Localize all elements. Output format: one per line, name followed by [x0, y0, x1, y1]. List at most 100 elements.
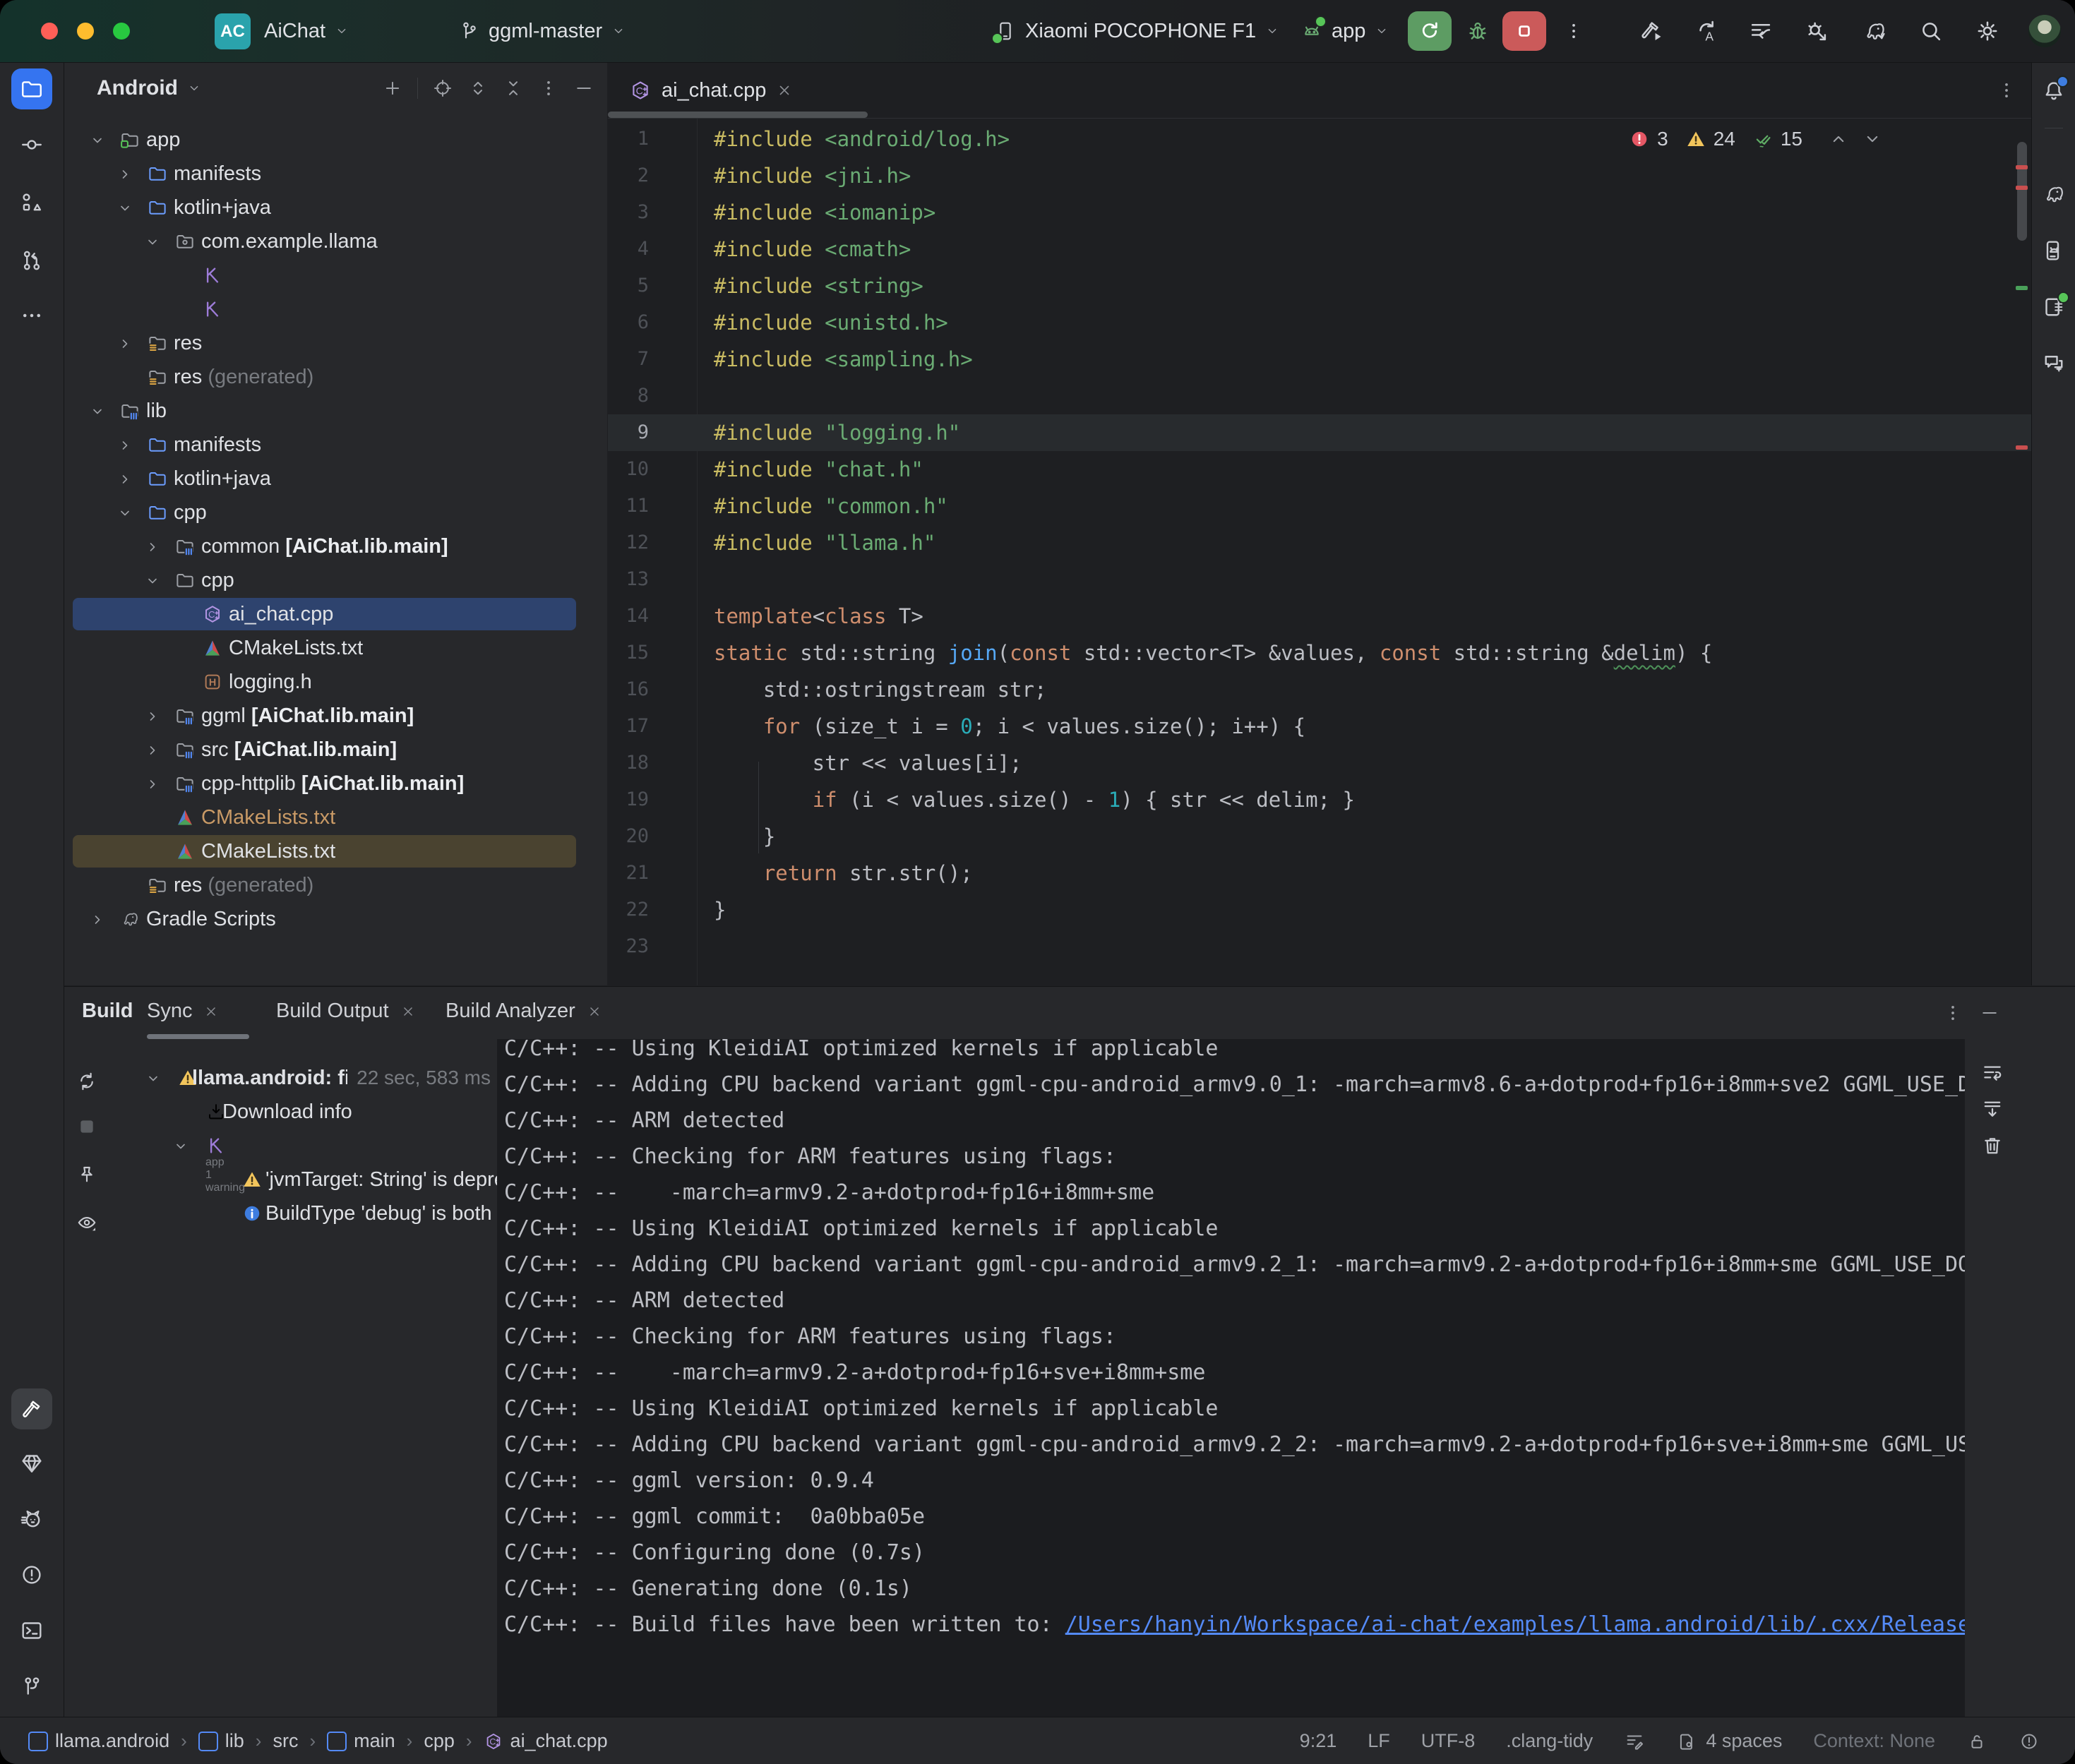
code-line-2[interactable]: 2#include <jni.h>	[608, 157, 2031, 194]
code-line-15[interactable]: 15static std::string join(const std::vec…	[608, 635, 2031, 671]
chevron-down-icon[interactable]	[89, 132, 106, 149]
chevron-down-icon[interactable]	[145, 1070, 162, 1087]
error-stripe-mark[interactable]	[2016, 165, 2028, 169]
app-insights-icon[interactable]	[19, 1451, 44, 1476]
close-window-button[interactable]	[41, 23, 58, 40]
zoom-window-button[interactable]	[113, 23, 130, 40]
add-icon[interactable]	[382, 78, 403, 99]
panel-options-icon[interactable]	[1942, 1002, 1963, 1024]
chevron-down-icon[interactable]	[116, 200, 133, 217]
re-sync-icon[interactable]	[76, 1070, 98, 1093]
code-line-3[interactable]: 3#include <iomanip>	[608, 194, 2031, 231]
code-line-17[interactable]: 17 for (size_t i = 0; i < values.size();…	[608, 708, 2031, 745]
close-tab-icon[interactable]	[203, 1004, 219, 1019]
breadcrumb-item-cpp[interactable]: cpp	[424, 1730, 455, 1752]
next-problem-icon[interactable]	[1862, 128, 1883, 150]
logcat-icon[interactable]	[19, 1506, 44, 1532]
code-line-9[interactable]: 9#include "logging.h"	[608, 414, 2031, 451]
branch-selector[interactable]: ggml-master	[458, 0, 626, 62]
code-line-13[interactable]: 13	[608, 561, 2031, 598]
context-label[interactable]: Context: None	[1813, 1730, 1935, 1752]
tree-item-cmakelists-txt[interactable]: CMakeLists.txt	[64, 800, 607, 834]
chevron-right-icon[interactable]	[116, 471, 133, 488]
breadcrumb-item-src[interactable]: src	[273, 1730, 298, 1752]
view-options-eye-icon[interactable]	[76, 1211, 98, 1234]
project-badge[interactable]: AC	[215, 13, 251, 49]
inspections-widget[interactable]: 3 24 15	[1629, 128, 1883, 150]
run-config-selector[interactable]: app	[1300, 0, 1389, 62]
breadcrumb-item-main[interactable]: main	[327, 1730, 395, 1752]
pin-icon[interactable]	[76, 1163, 98, 1186]
running-devices-icon[interactable]	[2041, 294, 2067, 320]
chevron-right-icon[interactable]	[144, 539, 161, 556]
lock-open-icon[interactable]	[1966, 1731, 1987, 1752]
tab-build-analyzer[interactable]: Build Analyzer	[446, 1000, 602, 1023]
user-avatar[interactable]	[2028, 15, 2061, 47]
expand-all-icon[interactable]	[467, 78, 489, 99]
tree-item-app[interactable]: app	[64, 123, 607, 157]
hide-panel-icon[interactable]	[573, 78, 594, 99]
profiler-icon[interactable]	[1747, 18, 1774, 44]
project-view-selector[interactable]: Android	[97, 76, 178, 100]
tree-item-manifests[interactable]: manifests	[64, 428, 607, 462]
tree-item-manifests[interactable]: manifests	[64, 157, 607, 191]
clang-tidy[interactable]: .clang-tidy	[1506, 1730, 1593, 1752]
tab-ai-chat-cpp[interactable]: C ai_chat.cpp	[618, 63, 804, 118]
build-console[interactable]: C/C++: -- Using KleidiAI optimized kerne…	[497, 1039, 1965, 1717]
scroll-to-end-icon[interactable]	[1980, 1097, 2004, 1121]
tree-item-cmakelists-txt[interactable]: CMakeLists.txt	[64, 631, 607, 665]
inspection-status-icon[interactable]	[2019, 1731, 2040, 1752]
chevron-right-icon[interactable]	[116, 335, 133, 352]
commit-tool-icon[interactable]	[19, 132, 44, 157]
version-control-icon[interactable]	[19, 1674, 44, 1699]
chevron-down-icon[interactable]	[116, 505, 133, 522]
project-selector[interactable]: AiChat	[264, 0, 349, 62]
tree-item-kotlin-java[interactable]: kotlin+java	[64, 462, 607, 496]
build-output-path-link[interactable]: /Users/hanyin/Workspace/ai-chat/examples…	[1065, 1612, 1965, 1637]
search-icon[interactable]	[1918, 18, 1944, 44]
select-opened-file-icon[interactable]	[432, 78, 453, 99]
tree-item-logging-h[interactable]: Hlogging.h	[64, 665, 607, 699]
tree-item-src[interactable]: src [AiChat.lib.main]	[64, 733, 607, 767]
tree-item-messageadapter-kt[interactable]: MessageAdapter.kt	[64, 292, 607, 326]
collapse-all-icon[interactable]	[503, 78, 524, 99]
code-line-5[interactable]: 5#include <string>	[608, 268, 2031, 304]
build-tool-button[interactable]	[11, 1388, 52, 1429]
code-line-18[interactable]: 18 str << values[i];	[608, 745, 2031, 781]
code-area[interactable]: 1#include <android/log.h>2#include <jni.…	[608, 119, 2031, 985]
stop-sync-icon[interactable]	[76, 1115, 98, 1138]
tree-item-kotlin-java[interactable]: kotlin+java	[64, 191, 607, 224]
problems-icon[interactable]	[19, 1562, 44, 1588]
code-line-10[interactable]: 10#include "chat.h"	[608, 451, 2031, 488]
code-line-20[interactable]: 20 }	[608, 818, 2031, 855]
more-tools-icon[interactable]	[19, 303, 44, 328]
breadcrumb-item-lib[interactable]: lib	[198, 1730, 244, 1752]
chevron-down-icon[interactable]	[172, 1138, 189, 1155]
structure-tool-icon[interactable]	[19, 190, 44, 215]
vertical-scrollbar[interactable]	[2017, 142, 2027, 241]
close-tab-icon[interactable]	[587, 1004, 602, 1019]
tree-item-ggml[interactable]: ggml [AiChat.lib.main]	[64, 699, 607, 733]
tree-item-cpp[interactable]: cpp	[64, 563, 607, 597]
breadcrumb[interactable]: llama.android›lib›src›main›cpp›Cai_chat.…	[28, 1717, 608, 1764]
chevron-right-icon[interactable]	[144, 776, 161, 793]
error-stripe-mark[interactable]	[2016, 186, 2028, 190]
tree-item-lib[interactable]: lib	[64, 394, 607, 428]
tree-item-gradle-scripts[interactable]: Gradle Scripts	[64, 902, 607, 936]
code-line-21[interactable]: 21 return str.str();	[608, 855, 2031, 892]
gemini-chat-icon[interactable]	[2041, 351, 2067, 376]
code-line-16[interactable]: 16 std::ostringstream str;	[608, 671, 2031, 708]
chevron-right-icon[interactable]	[116, 437, 133, 454]
horizontal-scrollbar[interactable]	[608, 112, 868, 118]
code-line-11[interactable]: 11#include "common.h"	[608, 488, 2031, 524]
more-run-actions-button[interactable]	[1552, 11, 1596, 51]
sync-tree-item[interactable]: BuildType 'debug' is both de	[107, 1196, 495, 1230]
code-line-22[interactable]: 22}	[608, 892, 2031, 928]
file-encoding[interactable]: UTF-8	[1421, 1730, 1476, 1752]
breadcrumb-item-llama-android[interactable]: llama.android	[28, 1730, 169, 1752]
line-ending[interactable]: LF	[1368, 1730, 1390, 1752]
tree-item-common[interactable]: common [AiChat.lib.main]	[64, 529, 607, 563]
attach-debugger-icon[interactable]	[1803, 18, 1830, 44]
tree-item-ai-chat-cpp[interactable]: Cai_chat.cpp	[64, 597, 607, 631]
code-line-6[interactable]: 6#include <unistd.h>	[608, 304, 2031, 341]
